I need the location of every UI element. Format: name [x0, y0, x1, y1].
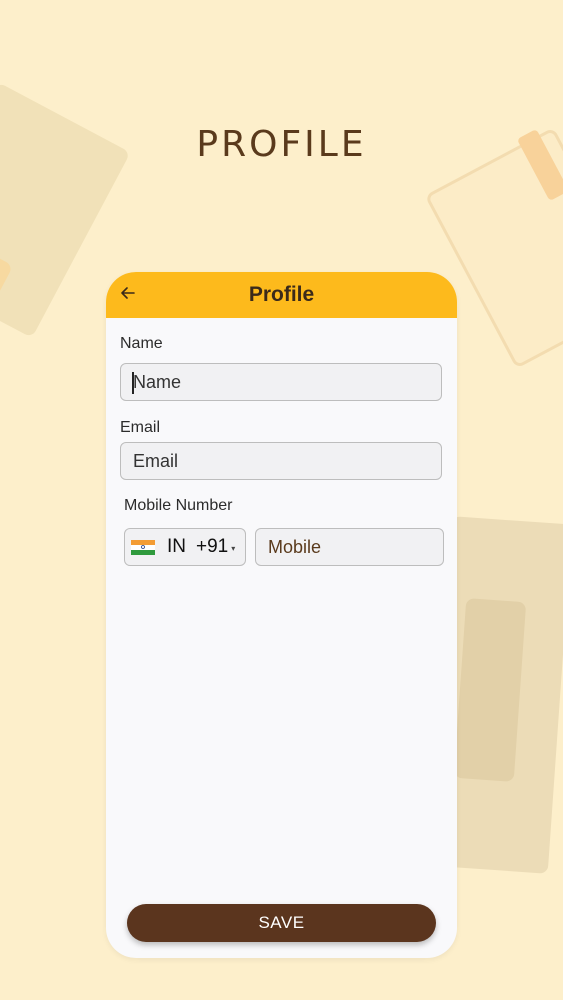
country-code-picker[interactable]: IN +91 ▾: [124, 528, 246, 566]
mobile-number-label: Mobile Number: [124, 497, 233, 514]
dial-code: +91: [196, 536, 229, 557]
save-button[interactable]: SAVE: [127, 904, 436, 942]
mobile-input[interactable]: [255, 528, 444, 566]
email-input[interactable]: [120, 442, 442, 480]
country-code: IN: [167, 536, 186, 557]
name-input[interactable]: [120, 363, 442, 401]
app-bar-title: Profile: [248, 283, 315, 306]
name-label: Name: [120, 335, 163, 352]
text-cursor: [132, 372, 134, 394]
background-notebook-inner-decoration: [453, 598, 527, 782]
phone-screen: Profile Name Email Mobile Number IN +91 …: [106, 272, 457, 958]
chevron-down-icon: ▾: [231, 543, 236, 553]
india-flag-icon: [131, 539, 155, 555]
app-bar: Profile: [106, 272, 457, 318]
email-label: Email: [120, 419, 161, 436]
page-title: PROFILE: [196, 124, 367, 165]
